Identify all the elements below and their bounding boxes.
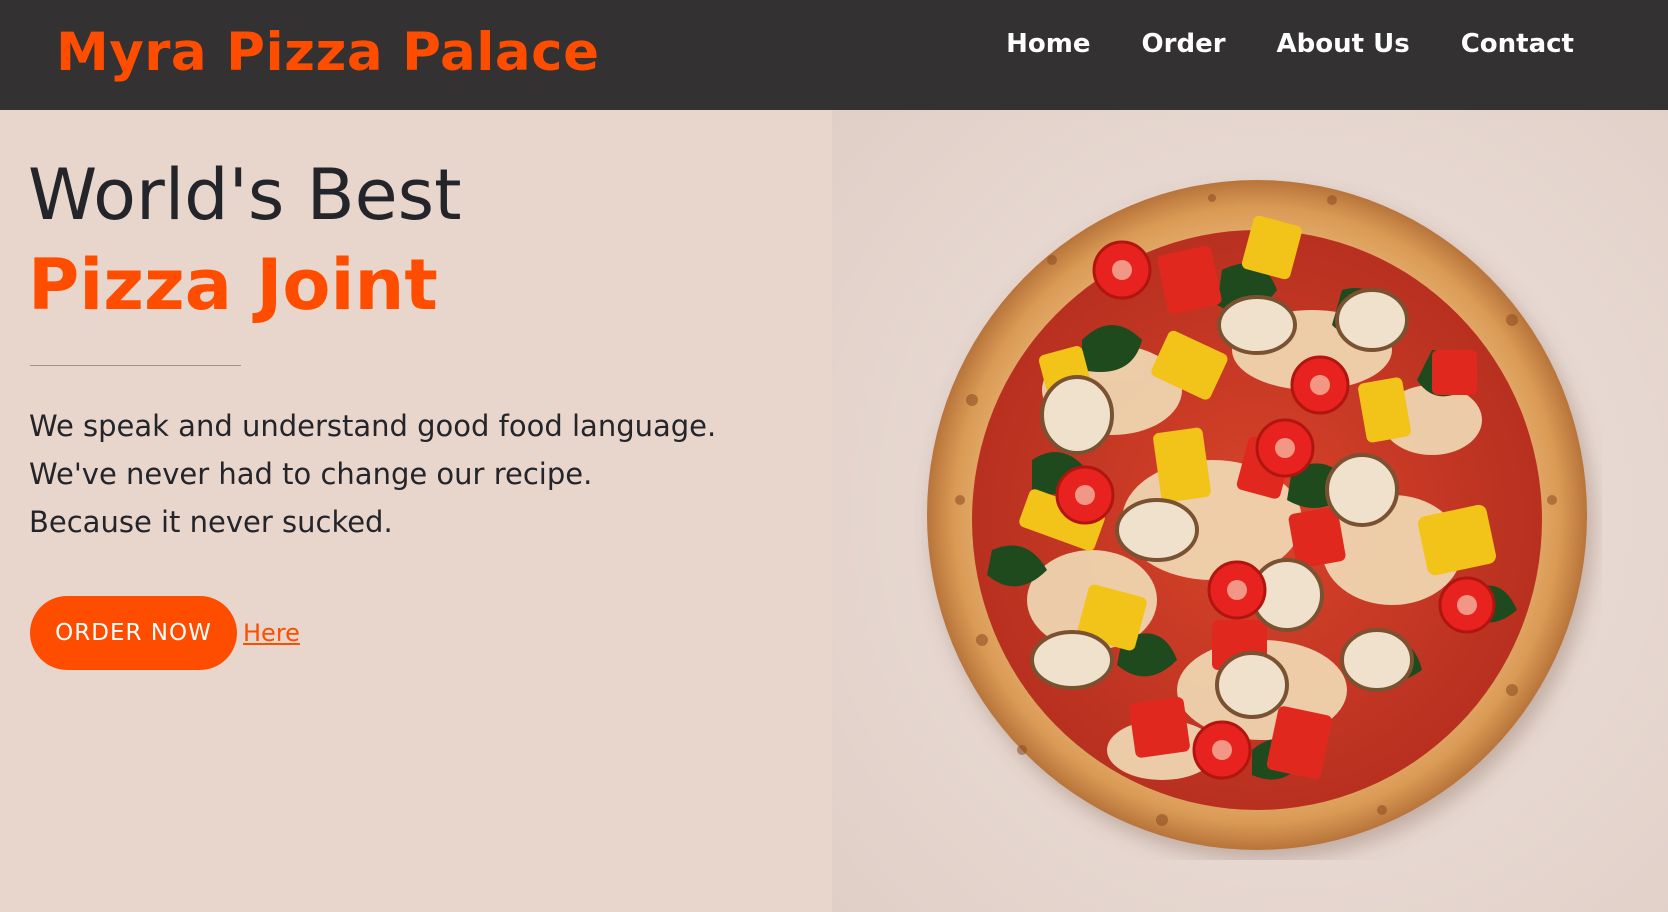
headline-line-2: Pizza Joint [28, 244, 438, 326]
nav-home-link[interactable]: Home [1006, 24, 1090, 64]
tagline-line-1: We speak and understand good food langua… [29, 409, 717, 443]
nav-contact-link[interactable]: Contact [1461, 24, 1574, 64]
navbar: Myra Pizza Palace Home Order About Us Co… [0, 0, 1668, 110]
here-link[interactable]: Here [243, 615, 300, 651]
pizza-image [927, 180, 1587, 850]
tagline-line-3: Because it never sucked. [29, 505, 393, 539]
nav-about-us-link[interactable]: About Us [1277, 24, 1410, 64]
hero-section: World's Best Pizza Joint We speak and un… [0, 110, 1668, 912]
brand-logo[interactable]: Myra Pizza Palace [56, 18, 600, 88]
main-nav: Home Order About Us Contact [1006, 24, 1574, 64]
order-now-button[interactable]: ORDER NOW [30, 596, 237, 670]
hero-tagline: We speak and understand good food langua… [29, 402, 716, 546]
tagline-line-2: We've never had to change our recipe. [29, 457, 593, 491]
headline-line-1: World's Best [28, 154, 462, 236]
nav-order-link[interactable]: Order [1142, 24, 1226, 64]
heading-divider [30, 365, 241, 366]
